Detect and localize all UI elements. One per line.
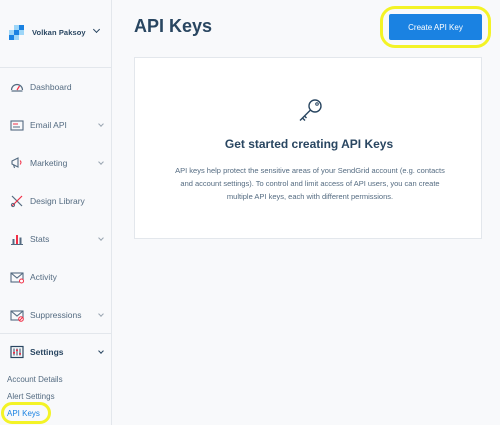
email-api-icon <box>10 120 24 131</box>
sidebar-item-label: Email API <box>30 120 67 130</box>
design-library-icon <box>10 195 23 208</box>
chevron-down-icon <box>98 159 104 165</box>
sidebar-item-label: Activity <box>30 272 57 282</box>
sidebar-item-label: Marketing <box>30 158 68 168</box>
highlight-annotation <box>1 402 51 424</box>
chevron-down-icon <box>98 348 104 354</box>
sidebar-item-suppressions[interactable]: Suppressions <box>0 296 111 334</box>
sendgrid-logo-icon <box>9 24 24 40</box>
sidebar-item-label: Stats <box>30 234 50 244</box>
sidebar-item-marketing[interactable]: Marketing <box>0 144 111 182</box>
empty-state-description: API keys help protect the sensitive area… <box>175 166 445 201</box>
sidebar-item-label: Settings <box>30 347 64 357</box>
sidebar-item-stats[interactable]: Stats <box>0 220 111 258</box>
chevron-down-icon <box>92 25 101 34</box>
empty-state-title: Get started creating API Keys <box>224 137 394 151</box>
create-api-key-button[interactable]: Create API Key <box>389 14 482 40</box>
account-name: Volkan Paksoy <box>32 27 86 37</box>
key-icon <box>299 99 322 121</box>
suppressions-icon <box>10 310 24 322</box>
sidebar-subitem-account-details[interactable]: Account Details <box>7 375 63 384</box>
settings-icon <box>10 345 24 359</box>
account-switcher[interactable]: Volkan Paksoy <box>9 22 109 42</box>
sidebar-item-label: Dashboard <box>30 82 72 92</box>
sidebar-item-email-api[interactable]: Email API <box>0 106 111 144</box>
dashboard-icon <box>10 83 24 92</box>
sidebar-item-label: Design Library <box>30 196 85 206</box>
empty-state-card: Get started creating API Keys API keys h… <box>134 57 482 239</box>
sidebar-item-label: Suppressions <box>30 310 82 320</box>
marketing-icon <box>11 157 22 169</box>
stats-icon <box>11 235 23 245</box>
chevron-down-icon <box>98 121 104 127</box>
chevron-down-icon <box>98 235 104 241</box>
sidebar: Volkan Paksoy Dashboard Email API Market… <box>0 0 112 425</box>
chevron-down-icon <box>98 311 104 317</box>
sidebar-item-settings[interactable]: Settings <box>0 333 111 371</box>
sidebar-subitem-alert-settings[interactable]: Alert Settings <box>7 392 55 401</box>
sidebar-item-dashboard[interactable]: Dashboard <box>0 68 111 106</box>
sidebar-item-design-library[interactable]: Design Library <box>0 182 111 220</box>
activity-icon <box>10 272 24 284</box>
sidebar-item-activity[interactable]: Activity <box>0 258 111 296</box>
page-title: API Keys <box>134 16 213 36</box>
